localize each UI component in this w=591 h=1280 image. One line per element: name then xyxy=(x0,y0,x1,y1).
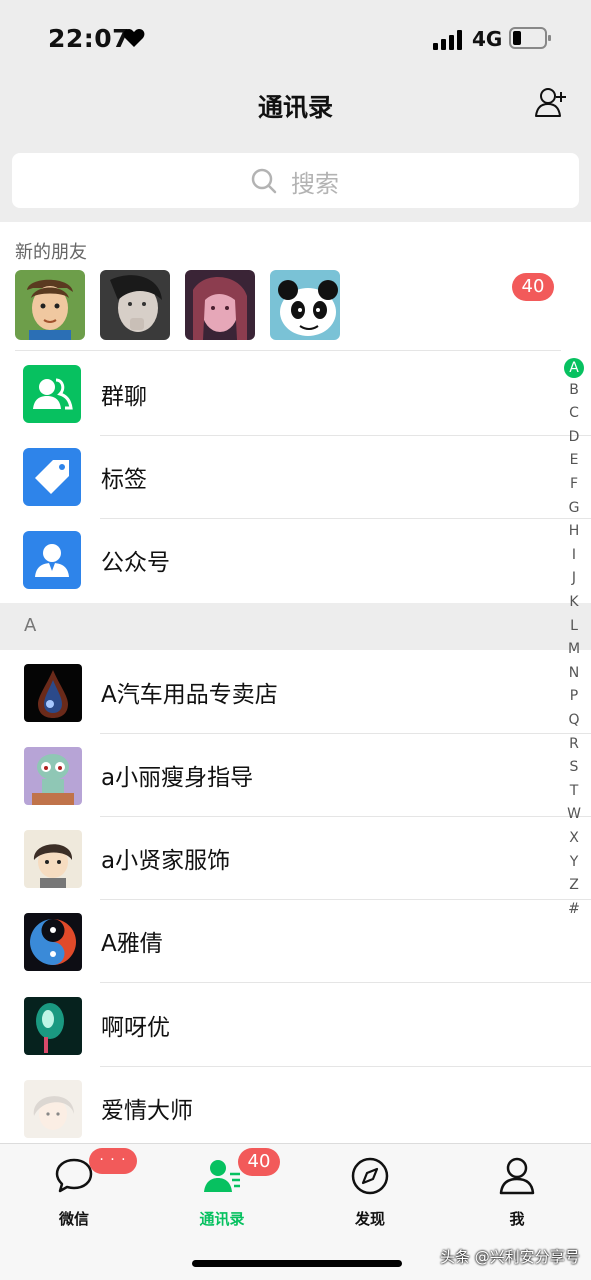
contact-avatar xyxy=(24,997,82,1055)
section-letter: A xyxy=(24,615,37,636)
group-chat-row[interactable]: 群聊 xyxy=(0,353,560,435)
index-letter[interactable]: T xyxy=(562,783,586,799)
new-friend-avatar[interactable] xyxy=(185,270,255,340)
index-letter[interactable]: C xyxy=(562,405,586,421)
add-friend-icon[interactable] xyxy=(534,86,570,118)
index-letter[interactable]: G xyxy=(562,500,586,516)
contact-row[interactable]: a小贤家服饰 xyxy=(0,817,560,899)
index-letter[interactable]: H xyxy=(562,523,586,539)
tab-me[interactable]: 我 xyxy=(465,1150,565,1240)
chats-badge: · · · xyxy=(89,1148,137,1174)
divider xyxy=(15,350,561,351)
tag-icon xyxy=(23,448,81,506)
index-letter[interactable]: F xyxy=(562,476,586,492)
index-letter[interactable]: X xyxy=(562,830,586,846)
person-icon xyxy=(499,1157,535,1195)
new-friend-avatar[interactable] xyxy=(15,270,85,340)
tab-label: 发现 xyxy=(354,1210,385,1228)
group-chat-label: 群聊 xyxy=(101,384,147,410)
index-letter[interactable]: P xyxy=(562,688,586,704)
contact-row[interactable]: A雅倩 xyxy=(0,900,560,982)
index-letter[interactable]: I xyxy=(562,547,586,563)
search-icon xyxy=(251,168,277,194)
signal-icon xyxy=(433,30,462,50)
index-letter[interactable]: S xyxy=(562,759,586,775)
page-title: 通讯录 xyxy=(257,93,333,122)
compass-icon xyxy=(351,1157,389,1195)
chat-bubble-icon xyxy=(55,1158,93,1193)
contact-avatar xyxy=(24,747,82,805)
tab-label: 微信 xyxy=(58,1210,89,1228)
contact-name: A汽车用品专卖店 xyxy=(101,682,278,708)
group-chat-icon xyxy=(23,365,81,423)
battery-icon xyxy=(509,27,551,49)
index-letter[interactable]: K xyxy=(562,594,586,610)
new-friends-label: 新的朋友 xyxy=(15,242,87,263)
network-label: 4G xyxy=(472,27,503,51)
tags-row[interactable]: 标签 xyxy=(0,436,560,518)
watermark: 头条 @兴利安分享号 xyxy=(440,1248,580,1266)
contact-avatar xyxy=(24,830,82,888)
contacts-badge: 40 xyxy=(238,1148,280,1176)
contact-name: 啊呀优 xyxy=(101,1015,170,1041)
index-letter[interactable]: W xyxy=(562,806,586,822)
contact-avatar xyxy=(24,913,82,971)
index-letter[interactable]: Y xyxy=(562,854,586,870)
official-accounts-label: 公众号 xyxy=(101,550,170,576)
new-friends-badge: 40 xyxy=(512,273,554,301)
contact-avatar xyxy=(24,1080,82,1138)
contact-name: A雅倩 xyxy=(101,931,163,957)
index-letter[interactable]: Q xyxy=(562,712,586,728)
contact-avatar xyxy=(24,664,82,722)
tab-label: 我 xyxy=(509,1210,525,1228)
status-time: 22:07 xyxy=(48,24,131,53)
official-account-icon xyxy=(23,531,81,589)
index-letter[interactable]: R xyxy=(562,736,586,752)
index-letter[interactable]: # xyxy=(562,901,586,917)
section-header: A xyxy=(0,603,591,650)
index-letter[interactable]: D xyxy=(562,429,586,445)
contact-name: a小丽瘦身指导 xyxy=(101,765,254,791)
search-placeholder: 搜索 xyxy=(291,170,339,198)
index-letter[interactable]: L xyxy=(562,618,586,634)
contact-name: 爱情大师 xyxy=(101,1098,193,1124)
index-letter[interactable]: A xyxy=(564,358,584,378)
home-indicator xyxy=(192,1260,402,1267)
contact-name: a小贤家服饰 xyxy=(101,848,231,874)
contact-row[interactable]: 啊呀优 xyxy=(0,984,560,1066)
index-letter[interactable]: J xyxy=(562,570,586,586)
index-letter[interactable]: M xyxy=(562,641,586,657)
contacts-icon xyxy=(204,1160,240,1192)
index-letter[interactable]: Z xyxy=(562,877,586,893)
tab-label: 通讯录 xyxy=(199,1210,245,1228)
tab-discover[interactable]: 发现 xyxy=(318,1150,418,1240)
index-letter[interactable]: E xyxy=(562,452,586,468)
contact-row[interactable]: 爱情大师 xyxy=(0,1067,560,1149)
index-letter[interactable]: B xyxy=(562,382,586,398)
official-accounts-row[interactable]: 公众号 xyxy=(0,519,560,601)
index-letter[interactable]: N xyxy=(562,665,586,681)
contact-row[interactable]: A汽车用品专卖店 xyxy=(0,651,560,733)
divider xyxy=(100,982,591,983)
new-friend-avatar[interactable] xyxy=(100,270,170,340)
contact-row[interactable]: a小丽瘦身指导 xyxy=(0,734,560,816)
tags-label: 标签 xyxy=(101,467,147,493)
status-bar: 22:07 4G xyxy=(0,0,591,80)
new-friend-avatar[interactable] xyxy=(270,270,340,340)
heart-icon xyxy=(123,29,145,47)
